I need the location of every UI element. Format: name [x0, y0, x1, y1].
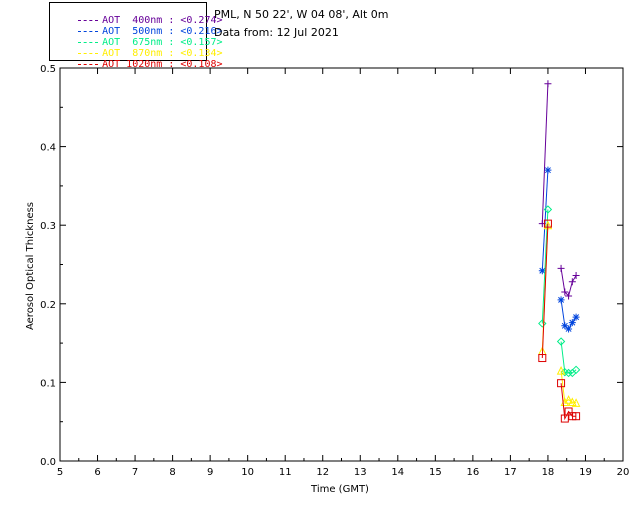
data-point	[557, 296, 565, 304]
x-tick-label: 13	[354, 467, 367, 478]
x-tick-label: 7	[132, 467, 138, 478]
x-tick-label: 6	[94, 467, 100, 478]
series-1	[538, 166, 580, 333]
series-layer	[537, 80, 581, 423]
legend-item-675nm: AOT 675nm : <0.157>	[54, 26, 223, 48]
y-tick-label: 0.0	[40, 457, 56, 468]
data-date: Data from: 12 Jul 2021	[214, 26, 339, 39]
data-point	[572, 272, 580, 280]
data-point	[544, 80, 552, 88]
legend-item-870nm: AOT 870nm : <0.134>	[54, 37, 223, 59]
x-tick-label: 16	[466, 467, 479, 478]
legend-item-500nm: AOT 500nm : <0.216>	[54, 15, 223, 37]
x-tick-label: 14	[391, 467, 404, 478]
x-tick-label: 12	[316, 467, 329, 478]
x-tick-label: 9	[207, 467, 213, 478]
x-tick-label: 17	[504, 467, 517, 478]
data-point	[544, 166, 552, 174]
legend-item-400nm: AOT 400nm : <0.274>	[54, 4, 223, 26]
y-tick-label: 0.2	[40, 300, 56, 311]
y-tick-label: 0.3	[40, 221, 56, 232]
legend-item-1020nm: AOT 1020nm : <0.108>	[54, 48, 223, 70]
data-point	[572, 313, 580, 321]
x-tick-label: 19	[579, 467, 592, 478]
x-tick-label: 8	[169, 467, 175, 478]
legend-swatch	[78, 63, 99, 65]
plot-frame	[59, 67, 624, 462]
series-3	[537, 220, 581, 407]
x-tick-label: 10	[241, 467, 254, 478]
x-tick-label: 15	[429, 467, 442, 478]
data-point	[568, 278, 576, 286]
y-tick-label: 0.1	[40, 378, 56, 389]
x-tick-label: 18	[542, 467, 555, 478]
x-axis-label: Time (GMT)	[310, 484, 369, 495]
data-point	[568, 319, 576, 327]
y-axis-label: Aerosol Optical Thickness	[25, 202, 36, 330]
legend: AOT 400nm : <0.274> AOT 500nm : <0.216> …	[49, 2, 223, 70]
y-tick-label: 0.4	[40, 143, 56, 154]
station-location: PML, N 50 22', W 04 08', Alt 0m	[214, 8, 389, 21]
series-line	[541, 223, 549, 359]
data-point	[565, 325, 573, 333]
aot-chart: 5 6 7 8 9 10 11 12 13 14 15 16 17 18 19 20 0.0 0.1 0.2 0.3 0…	[25, 64, 630, 495]
series-line	[541, 83, 549, 224]
x-tick-label: 11	[279, 467, 292, 478]
legend-label: AOT 1020nm : <0.108>	[102, 59, 223, 70]
x-tick-label: 5	[57, 467, 63, 478]
x-tick-label: 20	[617, 467, 630, 478]
data-point	[557, 264, 565, 272]
